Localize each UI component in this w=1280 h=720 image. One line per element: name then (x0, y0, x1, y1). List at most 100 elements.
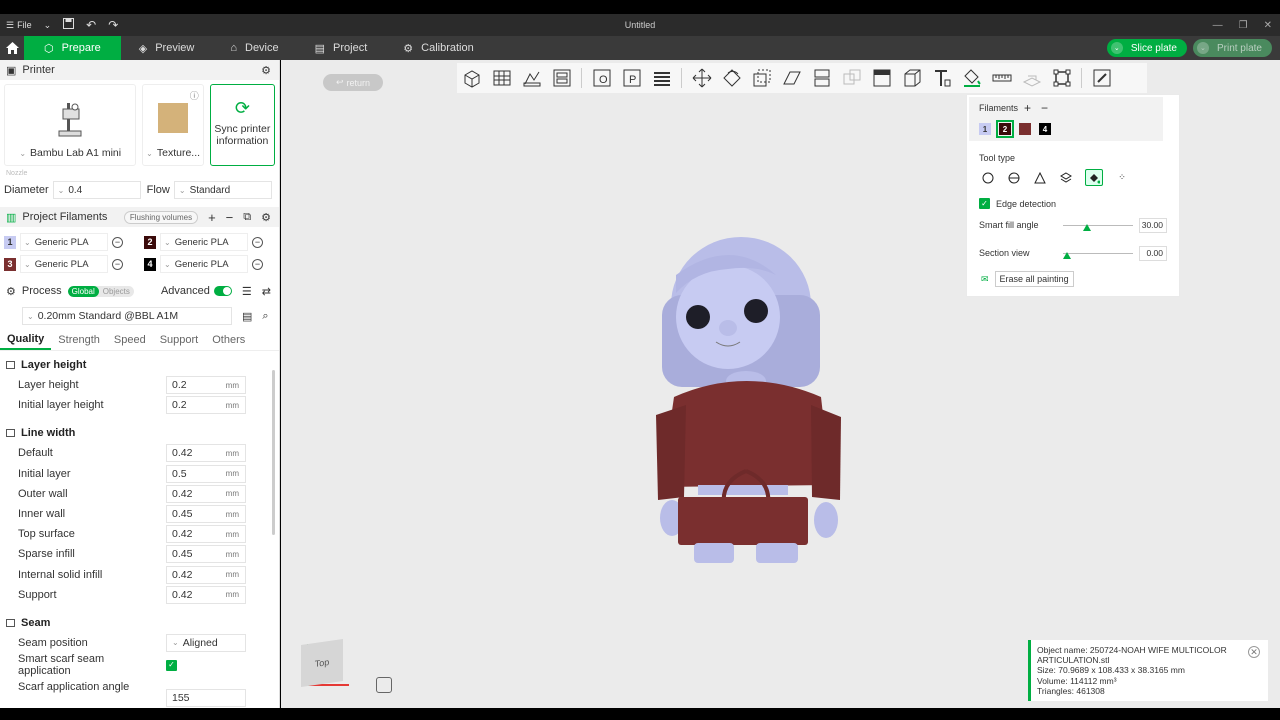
minimize-icon[interactable]: — (1213, 20, 1223, 31)
gear-icon[interactable]: ⚙ (261, 64, 271, 77)
section-view-slider-thumb[interactable] (1063, 252, 1071, 259)
remove-filament-icon[interactable]: − (112, 236, 123, 248)
seam-paint-icon[interactable] (901, 68, 922, 89)
chevron-down-icon[interactable]: ⌄ (1110, 42, 1123, 54)
remove-filament-icon[interactable]: − (112, 258, 123, 270)
split-parts-icon[interactable]: P (621, 68, 642, 89)
info-icon[interactable]: ⓘ (190, 89, 199, 102)
assembly-icon[interactable] (1021, 68, 1042, 89)
seam-position-select[interactable]: ⌄ Aligned (166, 633, 246, 652)
diameter-select[interactable]: ⌄ 0.4 (52, 181, 141, 199)
arrange-icon[interactable] (551, 68, 572, 89)
boolean-icon[interactable] (841, 68, 862, 89)
save-icon[interactable] (63, 18, 75, 32)
support-paint-icon[interactable] (871, 68, 892, 89)
paint-filament-swatch[interactable]: 3 (1019, 123, 1031, 135)
text-icon[interactable] (931, 68, 952, 89)
remove-icon[interactable]: − (226, 210, 234, 225)
setting-input[interactable]: 0.42 mm (166, 565, 246, 584)
3d-viewport[interactable]: ↩ return O P Filaments + − 1 2 3 4 Tool … (281, 60, 1280, 708)
move-icon[interactable] (691, 68, 712, 89)
setting-input[interactable]: 0.2 mm (166, 376, 246, 395)
close-icon[interactable]: ✕ (1264, 20, 1272, 31)
setting-input[interactable]: 0.45 mm (166, 545, 246, 564)
remove-icon[interactable]: − (1041, 101, 1048, 115)
height-range-icon[interactable] (1059, 171, 1073, 185)
tab-prepare[interactable]: ⬡ Prepare (24, 36, 121, 60)
erase-all-painting-button[interactable]: Erase all painting (994, 271, 1074, 287)
add-plate-icon[interactable] (491, 68, 512, 89)
tab-strength[interactable]: Strength (51, 329, 107, 350)
tab-calibration[interactable]: ⚙ Calibration (385, 36, 491, 60)
seg-objects[interactable]: Objects (99, 286, 134, 297)
sidebar-scrollbar[interactable] (272, 370, 275, 535)
filament-swatch[interactable]: 4 (144, 257, 156, 271)
rotate-icon[interactable] (721, 68, 742, 89)
setting-input[interactable]: 0.42 mm (166, 444, 246, 463)
setting-input[interactable]: 0.42 mm (166, 484, 246, 503)
list-icon[interactable]: ☰ (242, 285, 252, 298)
remove-filament-icon[interactable]: − (252, 236, 263, 248)
chevron-down-icon[interactable]: ⌄ (1196, 42, 1209, 54)
section-view-slider[interactable] (1063, 252, 1133, 254)
tab-others[interactable]: Others (205, 329, 252, 350)
scale-icon[interactable] (751, 68, 772, 89)
print-plate-button[interactable]: ⌄ Print plate (1192, 39, 1272, 57)
chevron-down-icon[interactable]: ⌄ (44, 20, 52, 31)
auto-orient-icon[interactable] (521, 68, 542, 89)
remove-filament-icon[interactable]: − (252, 258, 263, 270)
bounding-box-icon[interactable] (1051, 68, 1072, 89)
seg-global[interactable]: Global (67, 285, 99, 297)
undo-icon[interactable]: ↶ (86, 18, 96, 32)
home-icon[interactable] (0, 36, 24, 60)
color-paint-icon[interactable] (961, 68, 982, 89)
tab-project[interactable]: ▤ Project (297, 36, 386, 60)
slice-plate-button[interactable]: ⌄ Slice plate (1106, 39, 1187, 57)
advanced-toggle[interactable] (213, 286, 232, 296)
add-icon[interactable]: + (208, 210, 216, 225)
gap-fill-icon[interactable]: ⁘ (1115, 171, 1129, 185)
file-menu[interactable]: ☰ File (6, 20, 32, 31)
add-object-icon[interactable] (461, 68, 482, 89)
compare-icon[interactable]: ⇄ (262, 285, 271, 298)
measure-icon[interactable] (991, 68, 1012, 89)
smart-fill-slider[interactable] (1063, 224, 1133, 226)
smart-fill-value[interactable]: 30.00 (1139, 217, 1167, 233)
tab-preview[interactable]: ◈ Preview (121, 36, 213, 60)
setting-input[interactable]: 0.42 mm (166, 585, 246, 604)
setting-input[interactable]: 0.5 mm (166, 464, 246, 483)
3d-model-figure[interactable] (636, 235, 846, 565)
search-icon[interactable]: ⌕ (262, 310, 268, 323)
filament-swatch[interactable]: 2 (144, 235, 156, 249)
sphere-brush-icon[interactable] (1007, 171, 1021, 185)
paint-filament-swatch[interactable]: 2 (996, 120, 1014, 138)
close-icon[interactable]: ✕ (1248, 646, 1260, 658)
printer-card[interactable]: ⌄ Bambu Lab A1 mini (4, 84, 137, 166)
plate-card[interactable]: ⓘ ⌄ Texture... (142, 84, 204, 166)
flushing-volumes-button[interactable]: Flushing volumes (123, 210, 199, 224)
view-cube[interactable]: Top (301, 639, 343, 687)
split-objects-icon[interactable]: O (591, 68, 612, 89)
filament-item[interactable]: 1 ⌄ Generic PLA − (4, 233, 144, 251)
tab-speed[interactable]: Speed (107, 329, 153, 350)
filament-swatch[interactable]: 3 (4, 257, 16, 271)
edit-mode-icon[interactable] (1091, 68, 1112, 89)
redo-icon[interactable]: ↷ (108, 18, 118, 32)
filament-select[interactable]: ⌄ Generic PLA (20, 255, 108, 273)
camera-fit-icon[interactable] (376, 677, 392, 693)
process-preset-select[interactable]: ⌄ 0.20mm Standard @BBL A1M (22, 307, 232, 325)
setting-input[interactable]: 0.42 mm (166, 525, 246, 544)
tab-support[interactable]: Support (153, 329, 206, 350)
sync-printer-button[interactable]: ⟳ Sync printer information (209, 84, 275, 166)
paint-filament-swatch[interactable]: 1 (979, 123, 991, 135)
filament-swatch[interactable]: 1 (4, 235, 16, 249)
filament-select[interactable]: ⌄ Generic PLA (20, 233, 108, 251)
filament-select[interactable]: ⌄ Generic PLA (160, 233, 248, 251)
add-icon[interactable]: + (1024, 101, 1031, 115)
filament-select[interactable]: ⌄ Generic PLA (160, 255, 248, 273)
filament-item[interactable]: 2 ⌄ Generic PLA − (144, 233, 279, 251)
circle-brush-icon[interactable] (981, 171, 995, 185)
lay-on-face-icon[interactable] (781, 68, 802, 89)
sync-filament-icon[interactable]: ⧉ (243, 211, 251, 224)
layers-icon[interactable] (651, 68, 672, 89)
